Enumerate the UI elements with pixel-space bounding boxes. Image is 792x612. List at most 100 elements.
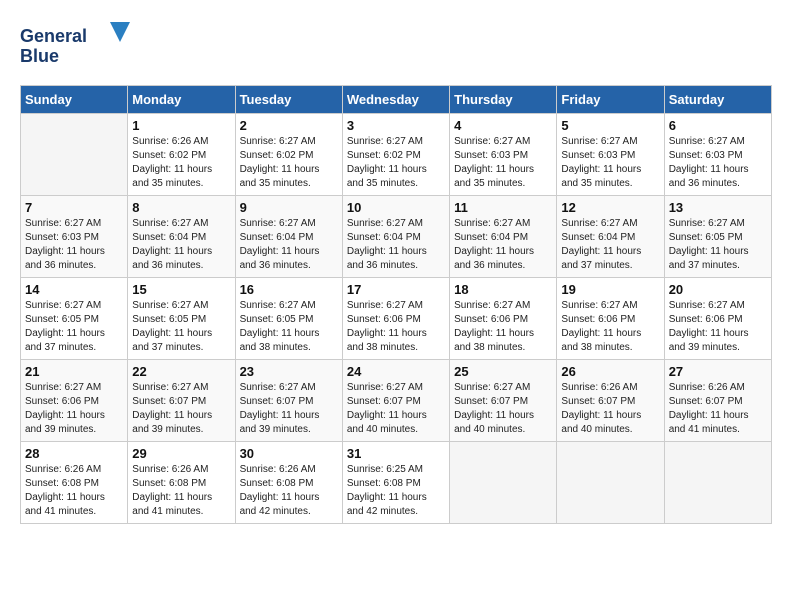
- day-info: Sunrise: 6:26 AM Sunset: 6:08 PM Dayligh…: [240, 463, 338, 519]
- day-info: Sunrise: 6:27 AM Sunset: 6:04 PM Dayligh…: [561, 217, 659, 273]
- day-number: 4: [454, 118, 552, 133]
- day-number: 11: [454, 200, 552, 215]
- column-header-saturday: Saturday: [664, 86, 771, 114]
- calendar-cell: 5 Sunrise: 6:27 AM Sunset: 6:03 PM Daylig…: [557, 114, 664, 196]
- calendar-cell: 6 Sunrise: 6:27 AM Sunset: 6:03 PM Daylig…: [664, 114, 771, 196]
- day-info: Sunrise: 6:27 AM Sunset: 6:05 PM Dayligh…: [25, 299, 123, 355]
- column-header-sunday: Sunday: [21, 86, 128, 114]
- calendar-cell: 27 Sunrise: 6:26 AM Sunset: 6:07 PM Dayli…: [664, 360, 771, 442]
- day-number: 23: [240, 364, 338, 379]
- calendar-cell: 21Sunrise: 6:27 AM Sunset: 6:06 PM Dayli…: [21, 360, 128, 442]
- day-number: 14: [25, 282, 123, 297]
- column-header-thursday: Thursday: [450, 86, 557, 114]
- calendar-cell: 8 Sunrise: 6:27 AM Sunset: 6:04 PM Daylig…: [128, 196, 235, 278]
- calendar-cell: 7Sunrise: 6:27 AM Sunset: 6:03 PM Daylig…: [21, 196, 128, 278]
- day-info: Sunrise: 6:27 AM Sunset: 6:04 PM Dayligh…: [454, 217, 552, 273]
- calendar-cell: 18 Sunrise: 6:27 AM Sunset: 6:06 PM Dayli…: [450, 278, 557, 360]
- day-info: Sunrise: 6:26 AM Sunset: 6:02 PM Dayligh…: [132, 135, 230, 191]
- calendar-cell: [450, 442, 557, 524]
- day-number: 29: [132, 446, 230, 461]
- day-info: Sunrise: 6:27 AM Sunset: 6:02 PM Dayligh…: [347, 135, 445, 191]
- calendar-cell: 10 Sunrise: 6:27 AM Sunset: 6:04 PM Dayli…: [342, 196, 449, 278]
- day-info: Sunrise: 6:27 AM Sunset: 6:06 PM Dayligh…: [561, 299, 659, 355]
- calendar-cell: 9 Sunrise: 6:27 AM Sunset: 6:04 PM Daylig…: [235, 196, 342, 278]
- column-header-friday: Friday: [557, 86, 664, 114]
- day-number: 15: [132, 282, 230, 297]
- day-info: Sunrise: 6:27 AM Sunset: 6:05 PM Dayligh…: [240, 299, 338, 355]
- day-number: 10: [347, 200, 445, 215]
- day-number: 28: [25, 446, 123, 461]
- day-info: Sunrise: 6:27 AM Sunset: 6:03 PM Dayligh…: [669, 135, 767, 191]
- day-number: 7: [25, 200, 123, 215]
- day-info: Sunrise: 6:26 AM Sunset: 6:07 PM Dayligh…: [561, 381, 659, 437]
- day-number: 3: [347, 118, 445, 133]
- calendar-cell: 25 Sunrise: 6:27 AM Sunset: 6:07 PM Dayli…: [450, 360, 557, 442]
- day-number: 16: [240, 282, 338, 297]
- calendar-cell: 31Sunrise: 6:25 AM Sunset: 6:08 PM Dayli…: [342, 442, 449, 524]
- calendar-cell: 26Sunrise: 6:26 AM Sunset: 6:07 PM Dayli…: [557, 360, 664, 442]
- day-info: Sunrise: 6:27 AM Sunset: 6:07 PM Dayligh…: [454, 381, 552, 437]
- svg-text:General: General: [20, 26, 87, 46]
- day-number: 5: [561, 118, 659, 133]
- day-info: Sunrise: 6:26 AM Sunset: 6:07 PM Dayligh…: [669, 381, 767, 437]
- day-number: 12: [561, 200, 659, 215]
- day-number: 9: [240, 200, 338, 215]
- day-info: Sunrise: 6:27 AM Sunset: 6:02 PM Dayligh…: [240, 135, 338, 191]
- calendar-cell: 30 Sunrise: 6:26 AM Sunset: 6:08 PM Dayli…: [235, 442, 342, 524]
- calendar-cell: 17Sunrise: 6:27 AM Sunset: 6:06 PM Dayli…: [342, 278, 449, 360]
- day-number: 13: [669, 200, 767, 215]
- calendar-cell: 28 Sunrise: 6:26 AM Sunset: 6:08 PM Dayli…: [21, 442, 128, 524]
- svg-text:Blue: Blue: [20, 46, 59, 66]
- day-number: 24: [347, 364, 445, 379]
- column-header-monday: Monday: [128, 86, 235, 114]
- calendar-cell: 23 Sunrise: 6:27 AM Sunset: 6:07 PM Dayli…: [235, 360, 342, 442]
- calendar-cell: 29 Sunrise: 6:26 AM Sunset: 6:08 PM Dayli…: [128, 442, 235, 524]
- day-number: 19: [561, 282, 659, 297]
- day-info: Sunrise: 6:27 AM Sunset: 6:05 PM Dayligh…: [669, 217, 767, 273]
- day-info: Sunrise: 6:27 AM Sunset: 6:06 PM Dayligh…: [669, 299, 767, 355]
- calendar-cell: 13 Sunrise: 6:27 AM Sunset: 6:05 PM Dayli…: [664, 196, 771, 278]
- calendar-cell: [557, 442, 664, 524]
- day-number: 22: [132, 364, 230, 379]
- day-info: Sunrise: 6:27 AM Sunset: 6:05 PM Dayligh…: [132, 299, 230, 355]
- calendar-cell: 20 Sunrise: 6:27 AM Sunset: 6:06 PM Dayli…: [664, 278, 771, 360]
- day-info: Sunrise: 6:27 AM Sunset: 6:03 PM Dayligh…: [454, 135, 552, 191]
- column-header-tuesday: Tuesday: [235, 86, 342, 114]
- day-info: Sunrise: 6:27 AM Sunset: 6:04 PM Dayligh…: [132, 217, 230, 273]
- day-number: 18: [454, 282, 552, 297]
- logo-text: General Blue: [20, 20, 130, 75]
- column-header-wednesday: Wednesday: [342, 86, 449, 114]
- day-number: 2: [240, 118, 338, 133]
- day-info: Sunrise: 6:27 AM Sunset: 6:07 PM Dayligh…: [240, 381, 338, 437]
- calendar-cell: 3 Sunrise: 6:27 AM Sunset: 6:02 PM Daylig…: [342, 114, 449, 196]
- calendar-cell: 22 Sunrise: 6:27 AM Sunset: 6:07 PM Dayli…: [128, 360, 235, 442]
- logo: General Blue: [20, 20, 130, 75]
- calendar-cell: 16 Sunrise: 6:27 AM Sunset: 6:05 PM Dayli…: [235, 278, 342, 360]
- day-info: Sunrise: 6:27 AM Sunset: 6:04 PM Dayligh…: [240, 217, 338, 273]
- day-info: Sunrise: 6:26 AM Sunset: 6:08 PM Dayligh…: [25, 463, 123, 519]
- day-info: Sunrise: 6:27 AM Sunset: 6:06 PM Dayligh…: [454, 299, 552, 355]
- calendar-cell: [21, 114, 128, 196]
- day-number: 8: [132, 200, 230, 215]
- day-info: Sunrise: 6:27 AM Sunset: 6:06 PM Dayligh…: [25, 381, 123, 437]
- day-info: Sunrise: 6:27 AM Sunset: 6:04 PM Dayligh…: [347, 217, 445, 273]
- day-info: Sunrise: 6:27 AM Sunset: 6:07 PM Dayligh…: [132, 381, 230, 437]
- day-number: 25: [454, 364, 552, 379]
- day-info: Sunrise: 6:25 AM Sunset: 6:08 PM Dayligh…: [347, 463, 445, 519]
- calendar-cell: 11 Sunrise: 6:27 AM Sunset: 6:04 PM Dayli…: [450, 196, 557, 278]
- day-number: 6: [669, 118, 767, 133]
- calendar-cell: 1Sunrise: 6:26 AM Sunset: 6:02 PM Daylig…: [128, 114, 235, 196]
- page-header: General Blue: [20, 20, 772, 75]
- calendar-cell: [664, 442, 771, 524]
- calendar-cell: 24 Sunrise: 6:27 AM Sunset: 6:07 PM Dayli…: [342, 360, 449, 442]
- calendar-cell: 2 Sunrise: 6:27 AM Sunset: 6:02 PM Daylig…: [235, 114, 342, 196]
- day-info: Sunrise: 6:27 AM Sunset: 6:07 PM Dayligh…: [347, 381, 445, 437]
- calendar-cell: 15 Sunrise: 6:27 AM Sunset: 6:05 PM Dayli…: [128, 278, 235, 360]
- day-info: Sunrise: 6:27 AM Sunset: 6:03 PM Dayligh…: [561, 135, 659, 191]
- day-number: 30: [240, 446, 338, 461]
- day-number: 20: [669, 282, 767, 297]
- day-info: Sunrise: 6:26 AM Sunset: 6:08 PM Dayligh…: [132, 463, 230, 519]
- day-number: 27: [669, 364, 767, 379]
- calendar-cell: 12 Sunrise: 6:27 AM Sunset: 6:04 PM Dayli…: [557, 196, 664, 278]
- calendar-table: SundayMondayTuesdayWednesdayThursdayFrid…: [20, 85, 772, 524]
